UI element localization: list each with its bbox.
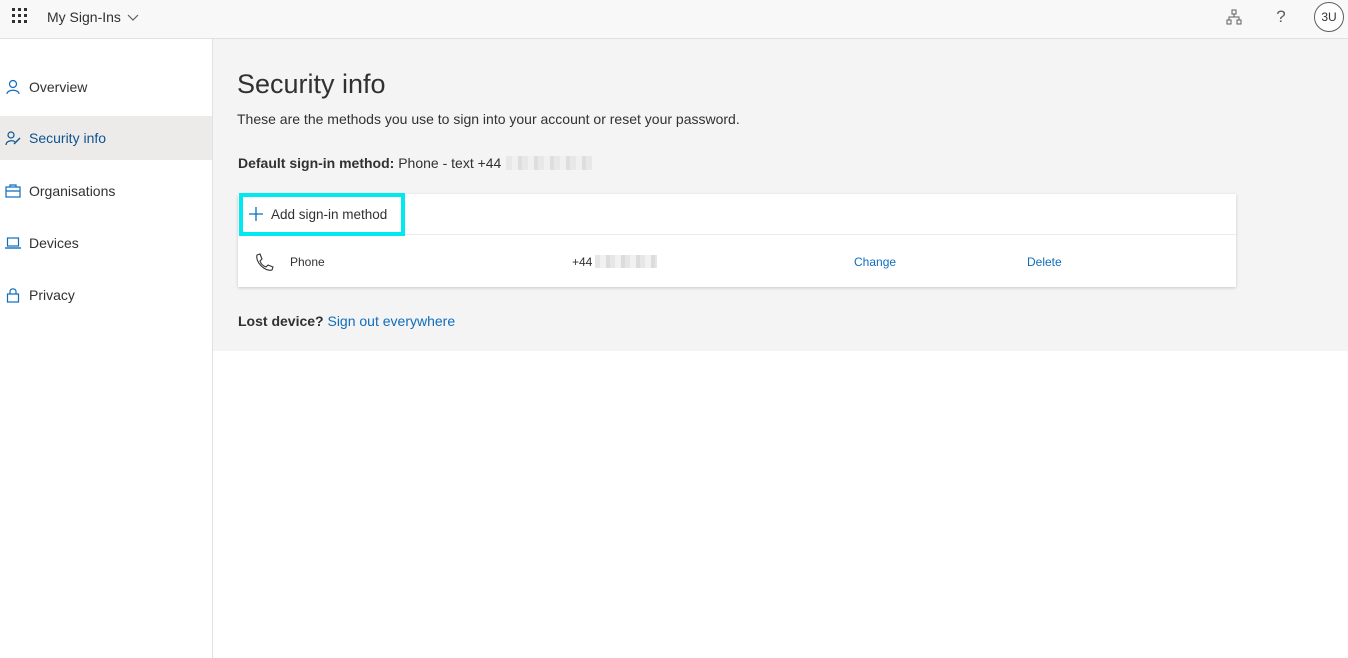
add-sign-in-method-button[interactable]: Add sign-in method [239,193,405,236]
method-value: +44 [572,255,658,269]
waffle-icon[interactable] [12,8,30,26]
redacted-number [595,255,658,268]
help-glyph: ? [1276,7,1286,26]
page-description: These are the methods you use to sign in… [237,111,740,127]
top-bar: My Sign-Ins ? 3U [0,0,1348,39]
change-method-link[interactable]: Change [854,255,896,269]
redacted-number [506,156,593,170]
sidebar-item-label: Overview [29,79,88,95]
briefcase-icon [5,183,21,199]
lost-device-label: Lost device? [238,313,324,329]
sidebar-item-devices[interactable]: Devices [0,221,212,265]
default-method-label: Default sign-in method: [238,155,395,171]
sidebar-item-organisations[interactable]: Organisations [0,169,212,213]
help-icon[interactable]: ? [1271,7,1291,27]
org-chart-icon[interactable] [1224,7,1244,27]
method-name: Phone [290,255,325,269]
default-method-value: Phone - text +44 [398,155,502,171]
plus-icon [249,207,263,221]
app-title: My Sign-Ins [47,9,121,25]
default-method: Default sign-in method: Phone - text +44 [238,155,593,171]
method-value-text: +44 [572,255,593,269]
security-info-icon [5,130,21,146]
person-icon [5,79,21,95]
phone-icon [256,253,274,271]
chevron-down-icon [127,14,139,21]
laptop-icon [5,235,21,251]
delete-method-link[interactable]: Delete [1027,255,1062,269]
sign-out-everywhere-link[interactable]: Sign out everywhere [327,313,455,329]
sidebar-item-security-info[interactable]: Security info [0,116,212,160]
sidebar-item-overview[interactable]: Overview [0,65,212,109]
sidebar-item-label: Organisations [29,183,116,199]
sidebar: Overview Security info Organisations Dev… [0,39,213,658]
app-switcher[interactable]: My Sign-Ins [47,9,140,25]
avatar-initials: 3U [1321,10,1337,24]
sidebar-item-label: Privacy [29,287,75,303]
sidebar-item-label: Devices [29,235,79,251]
sidebar-item-privacy[interactable]: Privacy [0,273,212,317]
lock-icon [5,287,21,303]
add-sign-in-method-label: Add sign-in method [271,207,388,222]
lost-device: Lost device? Sign out everywhere [238,313,455,329]
sidebar-item-label: Security info [29,130,107,146]
page-title: Security info [237,69,386,99]
avatar[interactable]: 3U [1314,2,1344,32]
